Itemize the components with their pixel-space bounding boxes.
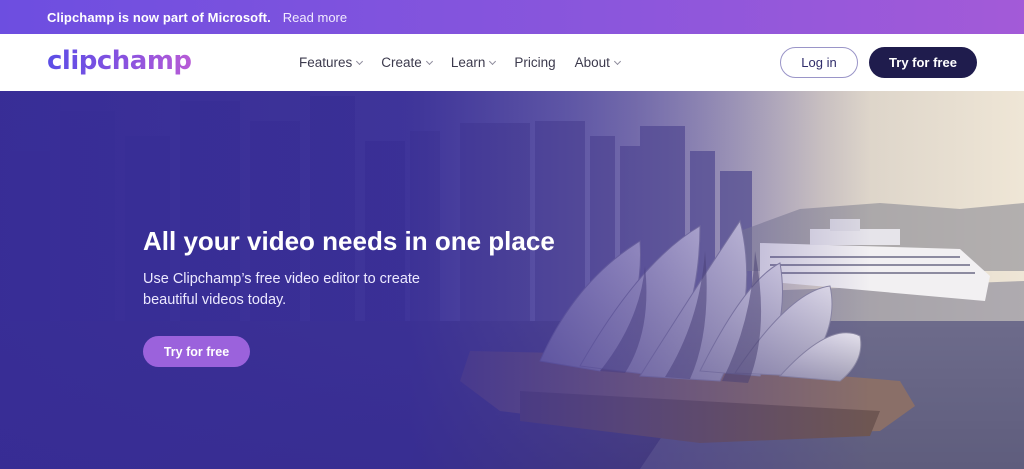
nav-item-features[interactable]: Features xyxy=(299,55,364,70)
try-for-free-nav-button[interactable]: Try for free xyxy=(869,47,977,78)
nav-item-create[interactable]: Create xyxy=(381,55,433,70)
chevron-down-icon xyxy=(613,57,621,65)
try-for-free-hero-button[interactable]: Try for free xyxy=(143,336,250,367)
main-menu: Features Create Learn Pricing About xyxy=(299,34,639,91)
chevron-down-icon xyxy=(489,57,497,65)
nav-item-label: Features xyxy=(299,55,353,70)
nav-item-label: About xyxy=(574,55,610,70)
clipchamp-logo[interactable]: clipchamp xyxy=(47,46,192,76)
hero-subtitle: Use Clipchamp’s free video editor to cre… xyxy=(143,271,420,308)
nav-item-label: Create xyxy=(381,55,422,70)
login-button[interactable]: Log in xyxy=(780,47,858,78)
read-more-link[interactable]: Read more xyxy=(283,10,347,25)
nav-item-about[interactable]: About xyxy=(574,55,621,70)
chevron-down-icon xyxy=(425,57,433,65)
banner-text: Clipchamp is now part of Microsoft. xyxy=(47,9,271,25)
announcement-banner: Clipchamp is now part of Microsoft. Read… xyxy=(0,0,1024,34)
nav-item-label: Learn xyxy=(450,55,486,70)
top-nav: clipchamp Features Create Learn Pricing … xyxy=(0,34,1024,91)
hero-title: All your video needs in one place xyxy=(143,226,555,256)
hero-section: All your video needs in one place Use Cl… xyxy=(0,91,1024,469)
nav-item-learn[interactable]: Learn xyxy=(450,55,497,70)
chevron-down-icon xyxy=(356,57,364,65)
nav-item-pricing[interactable]: Pricing xyxy=(514,55,555,70)
nav-item-label: Pricing xyxy=(514,55,556,70)
